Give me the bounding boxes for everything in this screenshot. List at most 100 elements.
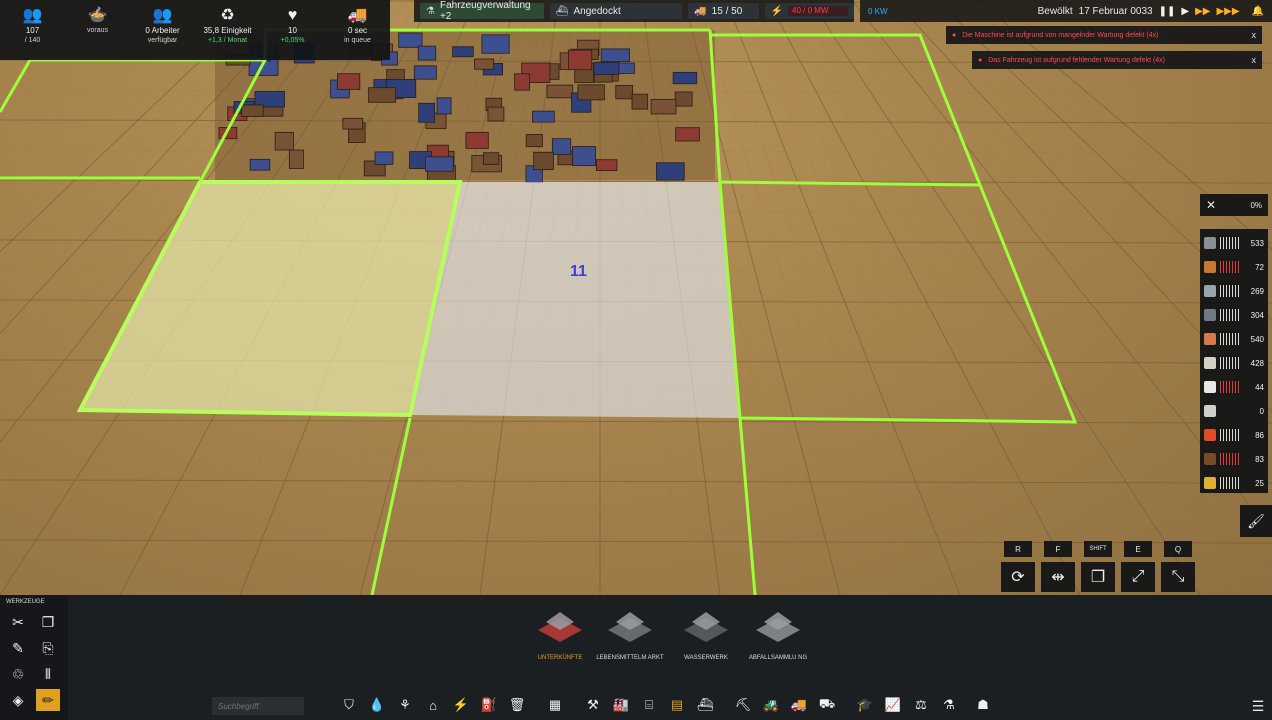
resource-row[interactable]: 269 xyxy=(1204,279,1264,303)
stat-5[interactable]: 🚚 0 sec in queue xyxy=(325,0,390,60)
alert-text: Das Fahrzeug ist aufgrund fehlender Wart… xyxy=(988,56,1166,64)
resource-bars xyxy=(1220,453,1240,465)
alert-vehicle-broken[interactable]: ● Das Fahrzeug ist aufgrund fehlender Wa… xyxy=(972,51,1262,69)
stat-value: 10 xyxy=(288,26,297,35)
stats-chart-icon[interactable]: 📈 xyxy=(882,694,904,716)
graduation-icon[interactable]: 🎓 xyxy=(854,694,876,716)
bricks-icon xyxy=(1204,333,1216,345)
menu-icon[interactable]: ☰ xyxy=(1248,697,1268,715)
resource-value: 0 xyxy=(1259,406,1264,416)
grid-line xyxy=(0,509,1272,514)
power-icon[interactable]: ⚡ xyxy=(450,694,472,716)
paste-icon[interactable]: ⎘ xyxy=(36,637,60,659)
stone-icon xyxy=(1204,237,1216,249)
copy-mode-icon[interactable]: ❐ xyxy=(1081,562,1115,592)
house xyxy=(672,71,698,85)
layers-icon[interactable]: ◈ xyxy=(6,689,30,711)
recycle-icon[interactable]: ♲ xyxy=(6,663,30,685)
resource-row[interactable]: 25 xyxy=(1204,471,1264,495)
alert-close-button[interactable]: x xyxy=(1252,30,1257,40)
resource-row[interactable]: 0 xyxy=(1204,399,1264,423)
trash-icon[interactable]: 🗑 xyxy=(506,694,528,716)
truck-icon[interactable]: 🚚 xyxy=(788,694,810,716)
alert-machine-broken[interactable]: ● Die Maschine ist aufgrund von mangelnd… xyxy=(946,26,1262,44)
fastest-forward-icon[interactable]: ▶▶▶ xyxy=(1216,6,1239,17)
fast-forward-icon[interactable]: ▶▶ xyxy=(1195,6,1210,17)
industry-icon[interactable]: 🏭 xyxy=(610,694,632,716)
weather-label: Bewölkt xyxy=(1037,5,1073,17)
house xyxy=(436,97,452,115)
stat-sub: voraus xyxy=(86,27,108,34)
copy-icon[interactable]: ❐ xyxy=(36,611,60,633)
brush-button[interactable]: 🖌 xyxy=(1240,505,1272,537)
road-tool-icon[interactable]: ⛉ xyxy=(338,694,360,716)
mine-icon[interactable]: ⚒ xyxy=(582,694,604,716)
research-pill[interactable]: ⚗ Fahrzeugverwaltung +2 xyxy=(420,0,544,22)
resource-row[interactable]: 533 xyxy=(1204,231,1264,255)
stat-value: 35,8 Einigkeit xyxy=(203,26,252,35)
research-flask-icon[interactable]: ⚗ xyxy=(938,694,960,716)
grid-line xyxy=(753,0,1041,595)
grid-line xyxy=(781,0,1121,595)
excavator-icon[interactable]: ⛏ xyxy=(732,694,754,716)
notification-bell-icon[interactable]: 🔔 xyxy=(1252,6,1264,17)
water-drop-icon[interactable]: 💧 xyxy=(366,694,388,716)
pause-icon[interactable]: ❚❚ xyxy=(1159,6,1176,17)
resource-row[interactable]: 44 xyxy=(1204,375,1264,399)
stat-2[interactable]: 👥 0 Arbeiter verfügbar xyxy=(130,0,195,60)
factory-icon[interactable]: ⌂ xyxy=(422,694,444,716)
building-card[interactable]: LEBENSMITTELM ARKT xyxy=(592,600,668,680)
housing-icon[interactable]: ▤ xyxy=(666,694,688,716)
dock-pill[interactable]: ⛴ Angedockt xyxy=(549,3,683,19)
resource-row[interactable]: 540 xyxy=(1204,327,1264,351)
housing-zone-ghost xyxy=(410,182,740,418)
extend-icon[interactable]: ⤢ xyxy=(1121,562,1155,592)
building-card[interactable]: UNTERKÜNFTE xyxy=(522,600,598,680)
stat-0[interactable]: 👥 107 / 140 xyxy=(0,0,65,60)
resource-row[interactable]: 72 xyxy=(1204,255,1264,279)
rotate-icon[interactable]: ⟳ xyxy=(1001,562,1035,592)
cut-icon[interactable]: ✂ xyxy=(6,611,30,633)
house xyxy=(452,46,474,58)
pipes-icon[interactable]: ⫴ xyxy=(36,663,60,685)
category-bar: ⛉ 💧 ⚘ ⌂ ⚡ ⛽ 🗑 ▦ ⚒ 🏭 ⌸ ▤ ⛴ ⛏ 🚜 🚚 ⛟ 🎓 📈 ⚖ … xyxy=(338,693,994,717)
resource-row[interactable]: 86 xyxy=(1204,423,1264,447)
stat-4[interactable]: ♥ 10 +0,05% xyxy=(260,0,325,60)
fuel-canister-icon[interactable]: ⛽ xyxy=(478,694,500,716)
building-card[interactable]: ABFALLSAMMLU NG xyxy=(740,600,816,680)
building-card[interactable]: WASSERWERK xyxy=(668,600,744,680)
play-icon[interactable]: ▶ xyxy=(1181,6,1189,17)
resource-row[interactable]: 428 xyxy=(1204,351,1264,375)
stat-3[interactable]: ♻ 35,8 Einigkeit +1,3 / Monat xyxy=(195,0,260,60)
search-input[interactable] xyxy=(212,697,304,715)
tools-icon xyxy=(1204,405,1216,417)
ship-icon[interactable]: ⛴ xyxy=(694,694,716,716)
stat-1[interactable]: 🍲 voraus xyxy=(65,0,130,60)
wrench-icon: ✕ xyxy=(1206,198,1217,212)
shrink-icon[interactable]: ⤡ xyxy=(1161,562,1195,592)
energy-pill[interactable]: ⚡ 40 / 0 MW xyxy=(764,3,855,19)
flip-icon[interactable]: ⇹ xyxy=(1041,562,1075,592)
resource-bars xyxy=(1220,429,1240,441)
balance-icon[interactable]: ⚖ xyxy=(910,694,932,716)
maintenance-progress[interactable]: ✕ 0% xyxy=(1200,194,1268,216)
grid-line xyxy=(711,0,921,595)
population-icon: 👥 xyxy=(22,7,43,24)
game-world[interactable]: 11 xyxy=(0,0,1272,595)
farm-icon[interactable]: ⚘ xyxy=(394,694,416,716)
alert-close-button[interactable]: x xyxy=(1252,55,1257,65)
vehicle-count-pill[interactable]: 🚚 15 / 50 xyxy=(688,3,759,19)
building-label: ABFALLSAMMLU NG xyxy=(748,655,808,661)
storage-icon[interactable]: ▦ xyxy=(544,694,566,716)
worker-badge: 11 xyxy=(570,263,587,280)
vehicle-icon[interactable]: 🚜 xyxy=(760,694,782,716)
population-icon[interactable]: ☗ xyxy=(972,694,994,716)
resource-row[interactable]: 83 xyxy=(1204,447,1264,471)
resource-row[interactable]: 304 xyxy=(1204,303,1264,327)
warehouse-icon[interactable]: ⌸ xyxy=(638,694,660,716)
health-icon: ♥ xyxy=(287,7,298,24)
ship-icon: ⛴ xyxy=(555,5,569,17)
eyedropper-icon[interactable]: ✎ xyxy=(6,637,30,659)
edit-icon[interactable]: ✏ xyxy=(36,689,60,711)
railway-icon[interactable]: ⛟ xyxy=(816,694,838,716)
